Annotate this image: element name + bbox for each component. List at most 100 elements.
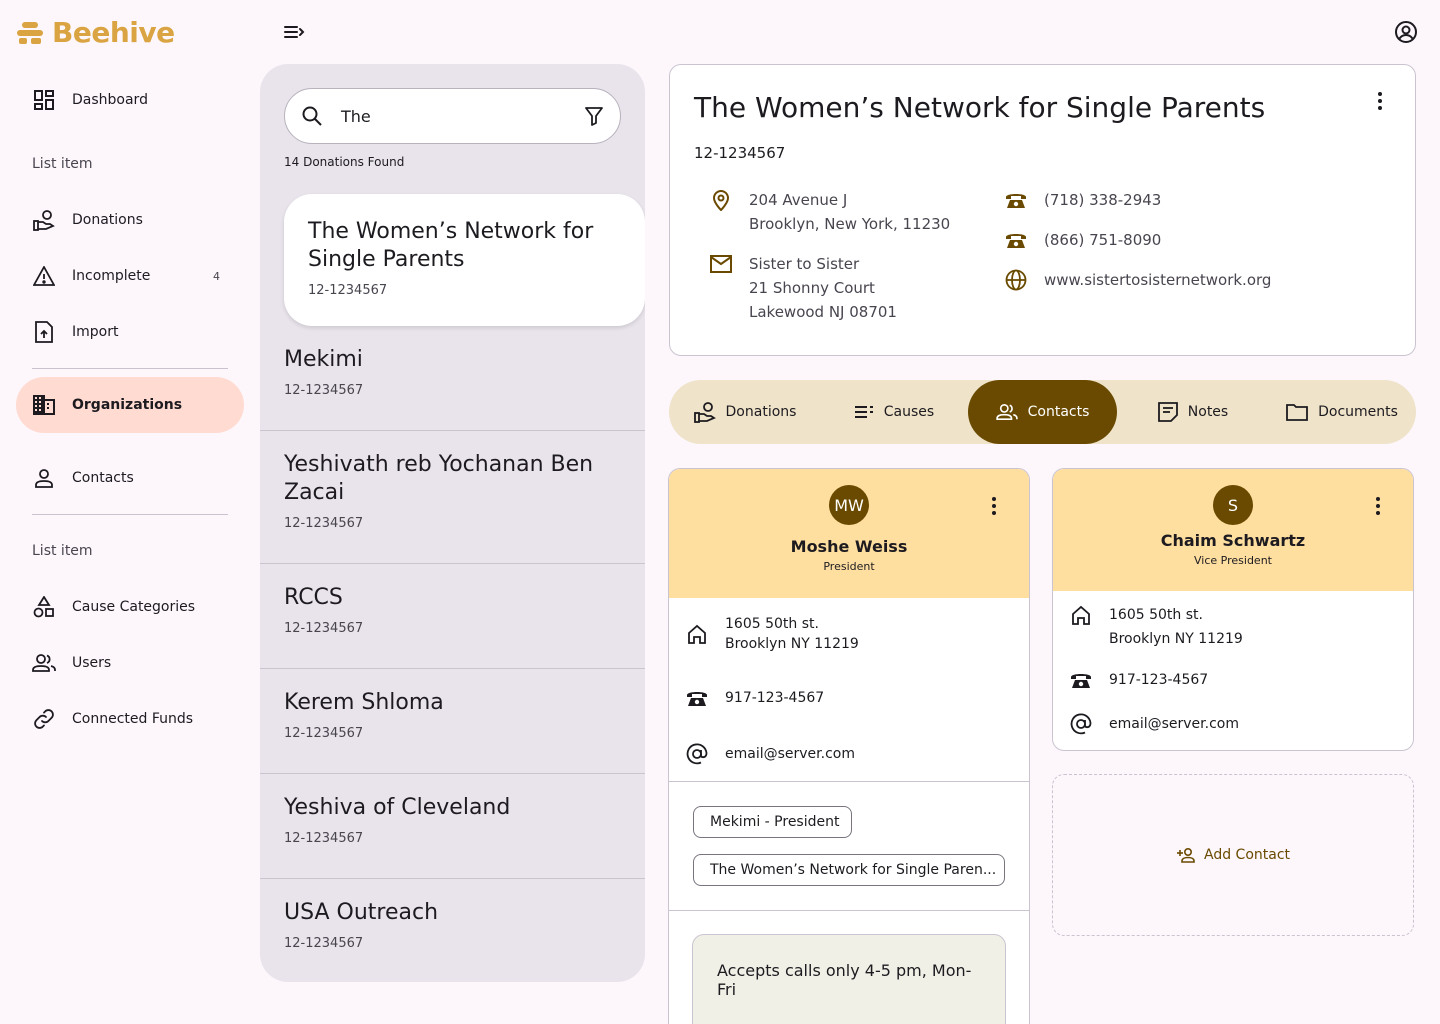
organization-name: USA Outreach: [284, 900, 439, 925]
sidebar-item-cause-categories[interactable]: Cause Categories: [16, 579, 244, 635]
phone-number[interactable]: (718) 338-2943: [1044, 188, 1161, 212]
sidebar-item-connected-funds[interactable]: Connected Funds: [16, 691, 244, 747]
account-icon[interactable]: [1394, 20, 1418, 44]
contact-email[interactable]: email@server.com: [1109, 714, 1239, 734]
affiliation-chip[interactable]: Mekimi - President: [693, 806, 852, 838]
address-line: Brooklyn NY 11219: [1109, 631, 1243, 647]
section-label: List item: [32, 156, 93, 172]
detail-tabs: Donations Causes Contacts Notes Document…: [669, 380, 1416, 444]
sidebar-item-label: Contacts: [72, 470, 134, 486]
contact-email[interactable]: email@server.com: [725, 744, 855, 764]
tab-documents[interactable]: Documents: [1286, 380, 1398, 444]
contact-card[interactable]: MW Moshe Weiss President 1605 50th st. Br…: [668, 468, 1030, 1024]
donation-hand-icon: [32, 208, 56, 232]
list-item[interactable]: Kerem Shloma 12-1234567: [260, 668, 645, 761]
contact-email-row: email@server.com: [1069, 712, 1239, 736]
sidebar-item-users[interactable]: Users: [16, 635, 244, 691]
address-line: Brooklyn NY 11219: [725, 636, 859, 652]
contact-phone-row: 917-123-4567: [1069, 668, 1208, 692]
sidebar-item-donations[interactable]: Donations: [16, 192, 244, 248]
sidebar-item-label: Connected Funds: [72, 711, 194, 727]
link-icon: [32, 707, 56, 731]
sidebar-item-label: Dashboard: [72, 92, 148, 108]
globe-icon: [1004, 268, 1028, 292]
sidebar-item-label: Organizations: [72, 397, 183, 413]
organization-detail-card: The Women’s Network for Single Parents 1…: [669, 64, 1416, 356]
contact-card[interactable]: S Chaim Schwartz Vice President 1605 50t…: [1052, 468, 1414, 751]
sidebar-item-organizations[interactable]: Organizations: [16, 377, 244, 433]
organization-id: 12-1234567: [284, 726, 364, 741]
list-item-selected[interactable]: The Women’s Network for Single Parents 1…: [284, 194, 645, 326]
add-contact-label: Add Contact: [1203, 847, 1291, 863]
list-item[interactable]: Mekimi 12-1234567: [260, 326, 645, 418]
contact-card-header: MW Moshe Weiss President: [669, 469, 1029, 598]
website-link[interactable]: www.sistertosisternetwork.org: [1044, 268, 1271, 292]
filter-icon[interactable]: [584, 106, 604, 126]
organization-name: Mekimi: [284, 347, 363, 372]
sidebar-item-label: Incomplete: [72, 268, 151, 284]
home-icon: [1069, 603, 1093, 627]
sidebar-item-label: Cause Categories: [72, 599, 196, 615]
divider: [32, 368, 228, 369]
sidebar-item-incomplete[interactable]: Incomplete 4: [16, 248, 244, 304]
contact-note: Accepts calls only 4-5 pm, Mon-Fri: [692, 934, 1006, 1024]
mail-icon: [709, 252, 733, 276]
contact-role: President: [823, 560, 875, 573]
more-vert-icon[interactable]: [1366, 494, 1390, 518]
contact-name: Moshe Weiss: [790, 537, 908, 556]
results-count: 14 Donations Found: [284, 155, 405, 169]
avatar: S: [1213, 485, 1253, 525]
list-item[interactable]: Yeshivath reb Yochanan Ben Zacai 12-1234…: [260, 430, 645, 551]
dashboard-icon: [32, 88, 56, 112]
sidebar-item-import[interactable]: Import: [16, 304, 244, 360]
contact-name: Chaim Schwartz: [1160, 531, 1306, 550]
sidebar-item-label: Donations: [72, 212, 143, 228]
category-shapes-icon: [32, 595, 56, 619]
list-icon: [854, 404, 874, 420]
tab-label: Donations: [725, 404, 797, 420]
search-input[interactable]: The: [341, 107, 584, 126]
at-sign-icon: [685, 742, 709, 766]
sidebar-item-contacts[interactable]: Contacts: [16, 450, 244, 506]
incomplete-count-badge: 4: [213, 269, 220, 283]
menu-collapse-icon[interactable]: [282, 20, 306, 44]
address-row: 204 Avenue J Brooklyn, New York, 11230: [709, 188, 950, 236]
contact-role: Vice President: [1194, 554, 1272, 567]
organization-name: Kerem Shloma: [284, 690, 444, 715]
phone-number[interactable]: (866) 751-8090: [1044, 228, 1161, 252]
organization-id: 12-1234567: [284, 383, 364, 398]
beehive-logo-icon: [16, 21, 44, 45]
person-icon: [32, 466, 56, 490]
location-pin-icon: [709, 188, 733, 212]
warning-icon: [32, 264, 56, 288]
tab-donations[interactable]: Donations: [691, 380, 799, 444]
donation-hand-icon: [693, 401, 716, 423]
organization-id: 12-1234567: [284, 516, 364, 531]
mail-line: Lakewood NJ 08701: [749, 303, 897, 321]
more-vert-icon[interactable]: [982, 494, 1006, 518]
note-icon: [1157, 402, 1178, 422]
search-bar[interactable]: The: [284, 88, 621, 144]
contact-phone[interactable]: 917-123-4567: [1109, 670, 1208, 690]
folder-icon: [1286, 403, 1308, 421]
users-group-icon: [32, 651, 56, 675]
organization-id: 12-1234567: [284, 936, 364, 951]
sidebar-item-dashboard[interactable]: Dashboard: [16, 72, 244, 128]
divider: [669, 910, 1029, 911]
phone-icon: [1069, 668, 1093, 692]
list-item[interactable]: USA Outreach 12-1234567: [260, 878, 645, 971]
affiliation-chip[interactable]: The Women’s Network for Single Paren...: [693, 854, 1005, 886]
add-contact-button[interactable]: Add Contact: [1052, 774, 1414, 936]
contact-phone[interactable]: 917-123-4567: [725, 688, 824, 708]
list-item[interactable]: Yeshiva of Cleveland 12-1234567: [260, 773, 645, 866]
organization-id: 12-1234567: [308, 283, 388, 298]
organization-name: Yeshivath reb Yochanan Ben Zacai: [284, 452, 594, 505]
app-logo[interactable]: Beehive: [16, 16, 175, 49]
more-vert-icon[interactable]: [1368, 89, 1392, 113]
mailing-address-row: Sister to Sister 21 Shonny Court Lakewood …: [709, 252, 897, 324]
list-item[interactable]: RCCS 12-1234567: [260, 563, 645, 656]
building-icon: [32, 393, 56, 417]
tab-notes[interactable]: Notes: [1157, 380, 1229, 444]
tab-causes[interactable]: Causes: [853, 380, 935, 444]
tab-contacts[interactable]: Contacts: [968, 380, 1117, 444]
